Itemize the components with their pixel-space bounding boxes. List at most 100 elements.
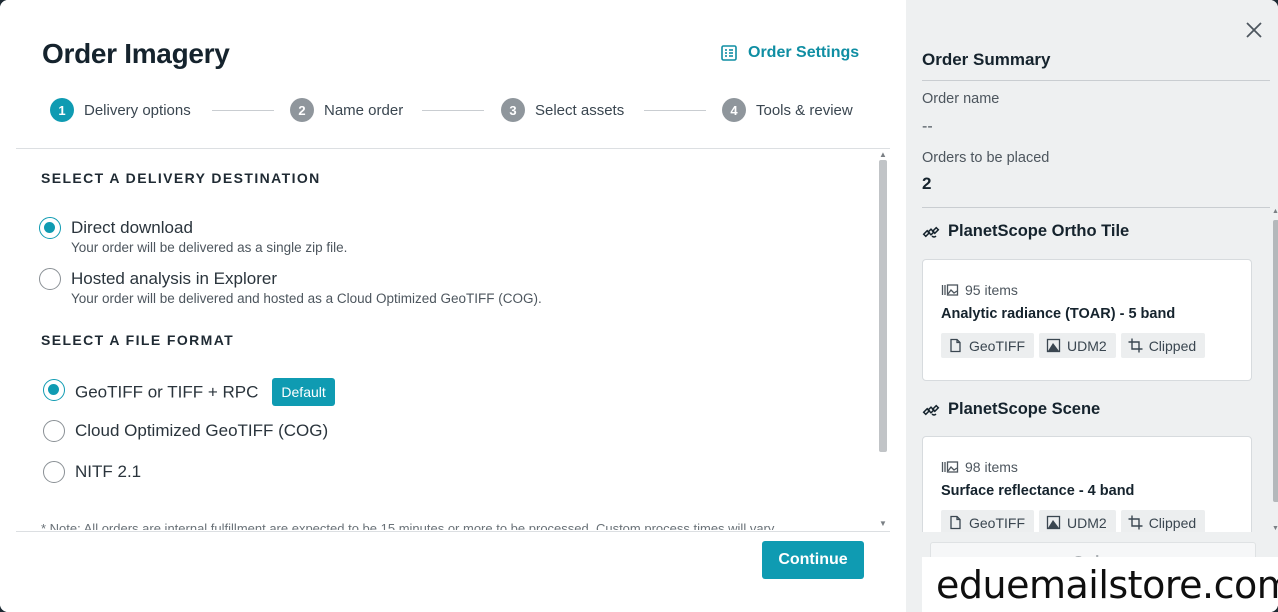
radio-direct-download[interactable]: Direct download Your order will be deliv… [39, 217, 347, 257]
chip-udm2: UDM2 [1039, 510, 1116, 532]
product-title: PlanetScope Scene [922, 400, 1100, 419]
radio-label: Cloud Optimized GeoTIFF (COG) [75, 421, 329, 440]
product-card: 98 items Surface reflectance - 4 band Ge… [922, 436, 1252, 532]
radio-nitf[interactable]: NITF 2.1 [43, 461, 141, 483]
chip-label: Clipped [1148, 337, 1197, 354]
scroll-down-icon[interactable]: ▼ [1272, 525, 1278, 532]
product-title-label: PlanetScope Scene [948, 400, 1101, 418]
chip-label: GeoTIFF [969, 514, 1026, 531]
step-label: Select assets [535, 101, 625, 119]
file-icon [950, 515, 961, 530]
file-icon [950, 338, 961, 353]
asset-chips: GeoTIFF UDM2 Clipped [941, 333, 1206, 358]
orders-count-label: Orders to be placed [922, 150, 1050, 166]
watermark-text: eduemailstore.com [922, 557, 1278, 612]
order-settings-icon [721, 45, 737, 61]
item-count-label: 95 items [965, 282, 1018, 298]
radio-dot[interactable] [43, 461, 65, 483]
asset-chips: GeoTIFF UDM2 Clipped [941, 510, 1206, 532]
chip-geotiff: GeoTIFF [941, 333, 1035, 358]
radio-description: Your order will be delivered and hosted … [71, 291, 542, 306]
step-number: 4 [722, 98, 746, 122]
udm-icon [1046, 338, 1061, 353]
format-heading: SELECT A FILE FORMAT [41, 332, 235, 348]
order-settings-label: Order Settings [748, 44, 860, 61]
scroll-up-icon[interactable]: ▲ [879, 150, 887, 159]
items-icon [941, 461, 959, 473]
scroll-down-icon[interactable]: ▼ [879, 519, 887, 528]
step-label: Name order [324, 101, 404, 119]
radio-cog[interactable]: Cloud Optimized GeoTIFF (COG) [43, 420, 328, 442]
summary-divider [922, 80, 1270, 81]
step-delivery-options[interactable]: 1 Delivery options [50, 98, 191, 122]
chip-label: UDM2 [1067, 337, 1107, 354]
chip-udm2: UDM2 [1039, 333, 1116, 358]
chip-label: Clipped [1148, 514, 1197, 531]
form-scroll-area: SELECT A DELIVERY DESTINATION Direct dow… [16, 148, 890, 530]
radio-hosted-analysis[interactable]: Hosted analysis in Explorer Your order w… [39, 268, 542, 308]
step-number: 1 [50, 98, 74, 122]
bundle-name: Analytic radiance (TOAR) - 5 band [941, 306, 1176, 322]
order-name-label: Order name [922, 91, 1000, 107]
radio-dot[interactable] [39, 217, 61, 239]
order-summary-pane: Order Summary Order name -- Orders to be… [906, 0, 1278, 612]
step-label: Delivery options [84, 101, 191, 119]
chip-geotiff: GeoTIFF [941, 510, 1035, 532]
scroll-thumb[interactable] [1273, 220, 1278, 502]
delivery-heading: SELECT A DELIVERY DESTINATION [41, 170, 321, 186]
crop-icon [1128, 515, 1143, 530]
item-count: 95 items [941, 282, 1018, 298]
order-settings-link[interactable]: Order Settings [720, 44, 859, 62]
summary-title: Order Summary [922, 50, 1051, 69]
step-connector [212, 110, 274, 111]
radio-label: NITF 2.1 [75, 462, 142, 481]
bundle-name: Surface reflectance - 4 band [941, 483, 1135, 499]
summary-scrollbar[interactable]: ▲ ▼ [1272, 208, 1278, 532]
summary-scroll-area: PlanetScope Ortho Tile 95 items Analytic… [906, 208, 1278, 532]
continue-button[interactable]: Continue [762, 541, 864, 579]
satellite-icon [922, 404, 940, 416]
step-name-order[interactable]: 2 Name order [290, 98, 403, 122]
step-select-assets[interactable]: 3 Select assets [501, 98, 624, 122]
crop-icon [1128, 338, 1143, 353]
form-scrollbar[interactable]: ▲ ▼ [876, 148, 890, 530]
items-icon [941, 284, 959, 296]
scroll-thumb[interactable] [879, 160, 887, 452]
radio-dot[interactable] [43, 420, 65, 442]
radio-label: GeoTIFF or TIFF + RPC [75, 382, 259, 402]
order-form-pane: Order Imagery Order Settings 1 Delivery … [0, 0, 906, 612]
step-number: 3 [501, 98, 525, 122]
footer-divider [16, 531, 890, 532]
product-title: PlanetScope Ortho Tile [922, 222, 1129, 241]
radio-description: Your order will be delivered as a single… [71, 240, 348, 255]
step-label: Tools & review [756, 101, 853, 119]
chip-label: UDM2 [1067, 514, 1107, 531]
orders-count-value: 2 [922, 174, 932, 193]
chip-clipped: Clipped [1120, 333, 1206, 358]
scroll-up-icon[interactable]: ▲ [1272, 208, 1278, 215]
default-badge: Default [272, 378, 335, 406]
item-count-label: 98 items [965, 459, 1018, 475]
step-connector [422, 110, 484, 111]
order-name-value: -- [922, 118, 933, 135]
satellite-icon [922, 226, 940, 238]
stepper: 1 Delivery options 2 Name order 3 Select… [50, 98, 860, 124]
radio-dot[interactable] [43, 379, 65, 401]
radio-dot[interactable] [39, 268, 61, 290]
processing-note: * Note: All orders are internal fulfillm… [41, 521, 775, 530]
radio-label: Direct download [71, 218, 193, 237]
order-imagery-modal: Order Imagery Order Settings 1 Delivery … [0, 0, 1278, 612]
radio-label: Hosted analysis in Explorer [71, 269, 277, 288]
product-title-label: PlanetScope Ortho Tile [948, 222, 1130, 240]
step-connector [644, 110, 706, 111]
chip-label: GeoTIFF [969, 337, 1026, 354]
close-icon[interactable] [1244, 20, 1264, 40]
product-card: 95 items Analytic radiance (TOAR) - 5 ba… [922, 259, 1252, 381]
udm-icon [1046, 515, 1061, 530]
radio-geotiff[interactable]: GeoTIFF or TIFF + RPC Default [43, 378, 335, 407]
step-number: 2 [290, 98, 314, 122]
chip-clipped: Clipped [1120, 510, 1206, 532]
step-tools-review[interactable]: 4 Tools & review [722, 98, 853, 122]
page-title: Order Imagery [42, 38, 230, 69]
item-count: 98 items [941, 459, 1018, 475]
